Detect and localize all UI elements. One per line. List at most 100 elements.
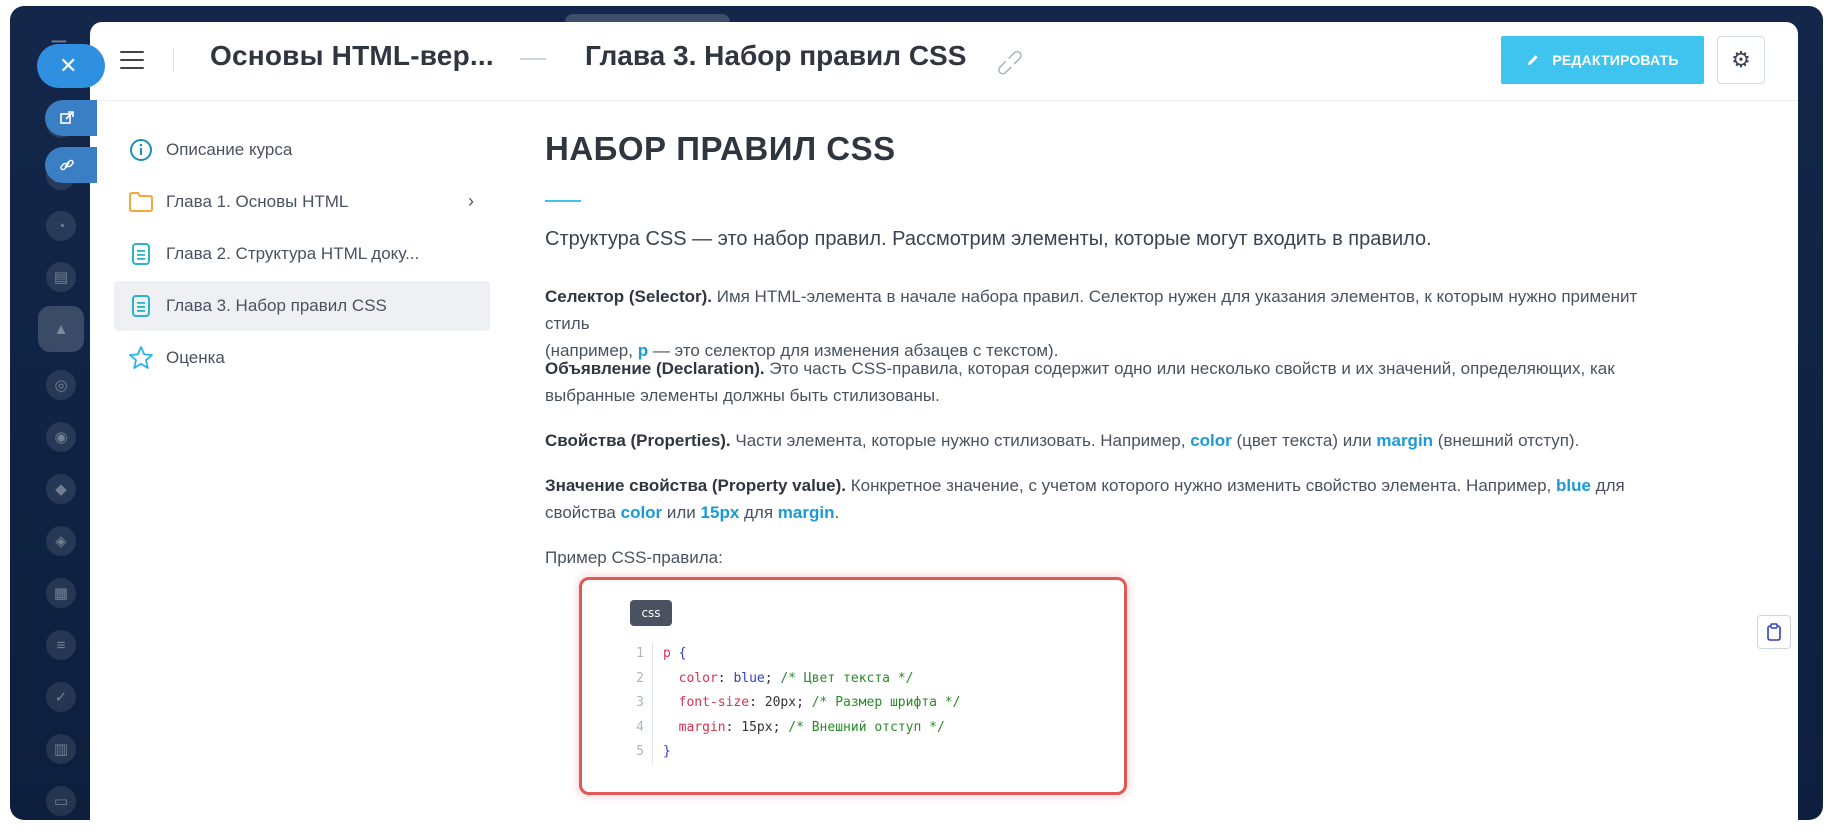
paragraph-text: (цвет текста) или: [1231, 431, 1377, 450]
keyword-blue: blue: [1555, 476, 1591, 495]
keyword-margin: margin: [1376, 431, 1434, 450]
chapter-title: Глава 3. Набор правил CSS: [585, 40, 967, 71]
course-navigation: Описание курса Глава 1. Основы HTML › Гл…: [114, 125, 490, 385]
paragraph-property-value: Значение свойства (Property value). Конк…: [545, 472, 1665, 526]
rail-book-icon[interactable]: ▤: [46, 262, 76, 292]
lead-paragraph: Структура CSS — это набор правил. Рассмо…: [545, 228, 1432, 250]
code-property: color: [663, 670, 718, 686]
code-example: css 1 p { 2 color: blue; /* Цвет текста *…: [579, 577, 1127, 795]
code-selector: p: [663, 646, 671, 661]
code-brace: }: [663, 744, 671, 759]
folder-icon: [128, 189, 154, 215]
settings-button[interactable]: ⚙: [1717, 36, 1765, 84]
pencil-icon: [1528, 55, 1539, 65]
rail-medal-icon[interactable]: ◉: [46, 422, 76, 452]
document-icon: [128, 293, 154, 319]
line-number: 3: [636, 695, 644, 710]
code-property: font-size: [663, 695, 750, 710]
line-number: 4: [636, 719, 644, 735]
star-icon: [128, 345, 154, 371]
code-line: 5}: [626, 740, 960, 765]
term-selector: Селектор (Selector).: [545, 287, 712, 306]
document-icon: [128, 241, 154, 267]
paragraph-text: Это часть CSS-правила, которая содержит …: [764, 359, 1615, 378]
code-punct: :: [725, 719, 742, 735]
chevron-right-icon[interactable]: ›: [468, 191, 474, 212]
paragraph-text: (внешний отступ).: [1433, 431, 1580, 450]
rail-headset-icon[interactable]: ◔: [46, 211, 76, 241]
code-punct: :: [749, 695, 765, 710]
rail-calendar-icon[interactable]: ▥: [46, 734, 76, 764]
code-value: 20px: [764, 695, 797, 710]
code-punct: :: [717, 670, 734, 686]
nav-item-label: Глава 3. Набор правил CSS: [166, 296, 387, 315]
code-line: 1 p {: [626, 642, 960, 667]
gear-icon: ⚙: [1731, 47, 1751, 72]
rail-map-icon[interactable]: ▦: [46, 578, 76, 608]
rail-gamepad-icon[interactable]: ◆: [46, 474, 76, 504]
nav-item-chapter-3[interactable]: Глава 3. Набор правил CSS: [114, 281, 490, 331]
nav-item-label: Описание курса: [166, 140, 293, 159]
paragraph-text: Части элемента, которые нужно стилизоват…: [730, 431, 1191, 450]
close-button[interactable]: ✕: [37, 44, 105, 88]
example-label: Пример CSS-правила:: [545, 548, 723, 567]
paragraph-text: Конкретное значение, с учетом которого н…: [846, 476, 1556, 495]
language-badge: css: [630, 600, 672, 626]
external-link-icon: [60, 111, 74, 124]
keyword-color: color: [620, 503, 663, 522]
rail-list-icon[interactable]: ≡: [46, 630, 76, 660]
rail-360-icon[interactable]: ◎: [46, 370, 76, 400]
paragraph-selector: Селектор (Selector). Имя HTML-элемента в…: [545, 283, 1665, 364]
keyword-margin: margin: [777, 503, 835, 522]
edit-button[interactable]: РЕДАКТИРОВАТЬ: [1501, 36, 1704, 84]
paragraph-text: выбранные элементы должны быть стилизова…: [545, 386, 940, 405]
open-external-button[interactable]: [45, 100, 97, 136]
copy-link-button[interactable]: [45, 147, 97, 183]
keyword-color: color: [1190, 431, 1232, 450]
menu-toggle-button[interactable]: [120, 48, 144, 72]
code-line: 3 font-size: 20px; /* Размер шрифта */: [626, 691, 960, 716]
paragraph-text: или: [662, 503, 701, 522]
nav-item-course-description[interactable]: Описание курса: [114, 125, 490, 175]
code-punct: ;: [764, 670, 781, 686]
close-icon: ✕: [59, 53, 78, 78]
term-declaration: Объявление (Declaration).: [545, 359, 765, 378]
nav-item-chapter-2[interactable]: Глава 2. Структура HTML доку...: [114, 229, 490, 279]
rail-storage-icon[interactable]: ▭: [46, 786, 76, 816]
title-separator: [520, 58, 546, 60]
panel-header: Основы HTML-вер... Глава 3. Набор правил…: [90, 22, 1798, 101]
code-comment: /* Внешний отступ */: [788, 719, 945, 735]
term-property-value: Значение свойства (Property value).: [545, 476, 847, 495]
nav-item-chapter-1[interactable]: Глава 1. Основы HTML ›: [114, 177, 490, 227]
term-properties: Свойства (Properties).: [545, 431, 731, 450]
chapter-link-icon[interactable]: ⊂⊃: [989, 42, 1030, 83]
code-comment: /* Цвет текста */: [780, 670, 914, 686]
rail-chat-icon[interactable]: ◈: [46, 526, 76, 556]
paragraph-text: для: [1590, 476, 1625, 495]
rail-check-icon[interactable]: ✓: [46, 682, 76, 712]
line-number: 5: [636, 744, 644, 759]
code-value: 15px: [741, 719, 773, 735]
code-punct: ;: [796, 695, 812, 710]
clipboard-icon: [1767, 623, 1781, 641]
code-brace: {: [670, 646, 687, 661]
header-divider: [173, 48, 174, 72]
paragraph-text: свойства: [545, 503, 621, 522]
info-icon: [128, 137, 154, 163]
nav-item-label: Глава 2. Структура HTML доку...: [166, 244, 420, 263]
paragraph-declaration: Объявление (Declaration). Это часть CSS-…: [545, 355, 1665, 409]
course-title[interactable]: Основы HTML-вер...: [210, 40, 494, 72]
code-line: 2 color: blue; /* Цвет текста */: [626, 666, 960, 691]
paragraph-text: .: [834, 503, 840, 522]
line-number: 1: [636, 646, 644, 661]
line-number: 2: [636, 670, 644, 686]
rail-education-icon[interactable]: ▲: [38, 306, 84, 352]
nav-item-label: Оценка: [166, 348, 225, 367]
code-punct: ;: [772, 719, 789, 735]
code-lines[interactable]: 1 p { 2 color: blue; /* Цвет текста */ 3 …: [626, 642, 960, 765]
code-comment: /* Размер шрифта */: [811, 695, 961, 710]
code-line: 4 margin: 15px; /* Внешний отступ */: [626, 715, 960, 740]
nav-item-assessment[interactable]: Оценка: [114, 333, 490, 383]
copy-code-button[interactable]: [1757, 615, 1791, 649]
heading-underline: [545, 200, 581, 202]
